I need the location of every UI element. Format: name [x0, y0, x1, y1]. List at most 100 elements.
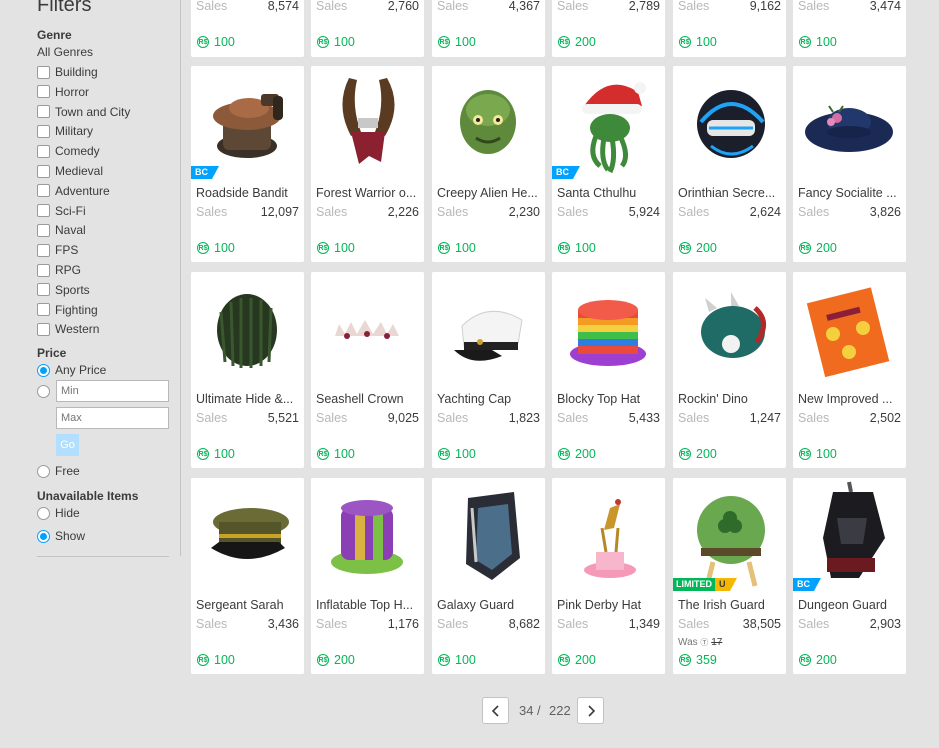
checkbox-icon[interactable] [37, 164, 50, 178]
item-thumbnail[interactable] [191, 272, 304, 385]
catalog-item-card[interactable]: Inflatable Top H... Sales 1,176 R$ 200 [311, 478, 424, 674]
item-thumbnail[interactable] [311, 478, 424, 591]
checkbox-icon[interactable] [37, 263, 50, 277]
genre-checkbox-row[interactable]: FPS [37, 241, 78, 259]
price-range-radio[interactable] [37, 382, 55, 400]
genre-checkbox-row[interactable]: Medieval [37, 162, 103, 180]
item-thumbnail[interactable] [432, 272, 545, 385]
genre-checkbox-row[interactable]: RPG [37, 261, 81, 279]
catalog-item-card[interactable]: BC Roadside Bandit Sales 12,097 R$ 100 [191, 66, 304, 262]
radio-icon[interactable] [37, 384, 50, 398]
price-go-button[interactable]: Go [56, 434, 79, 456]
price-max-input[interactable] [56, 407, 169, 429]
checkbox-icon[interactable] [37, 144, 50, 158]
genre-all-link[interactable]: All Genres [37, 45, 93, 59]
item-thumbnail[interactable] [552, 272, 665, 385]
item-thumbnail[interactable] [432, 478, 545, 591]
item-thumbnail[interactable]: BC [191, 66, 304, 179]
checkbox-icon[interactable] [37, 184, 50, 198]
item-thumbnail[interactable] [311, 272, 424, 385]
catalog-item-card[interactable]: Sales 4,367 R$ 100 [432, 0, 545, 57]
price-any-radio[interactable]: Any Price [37, 361, 106, 379]
genre-checkbox-row[interactable]: Comedy [37, 142, 100, 160]
checkbox-icon[interactable] [37, 105, 50, 119]
catalog-item-card[interactable]: Sales 9,162 R$ 100 [673, 0, 786, 57]
catalog-item-card[interactable]: New Improved ... Sales 2,502 R$ 100 [793, 272, 906, 468]
checkbox-icon[interactable] [37, 124, 50, 138]
genre-checkbox-row[interactable]: Adventure [37, 182, 110, 200]
checkbox-icon[interactable] [37, 243, 50, 257]
catalog-item-card[interactable]: BC Dungeon Guard Sales 2,903 R$ 200 [793, 478, 906, 674]
genre-checkbox-row[interactable]: Naval [37, 221, 86, 239]
item-thumbnail[interactable] [432, 66, 545, 179]
price-free-radio[interactable]: Free [37, 462, 80, 480]
item-name[interactable]: Ultimate Hide &... [196, 392, 300, 406]
catalog-item-card[interactable]: BC Santa Cthulhu Sales 5,924 R$ 100 [552, 66, 665, 262]
checkbox-icon[interactable] [37, 65, 50, 79]
genre-checkbox-row[interactable]: Building [37, 63, 98, 81]
radio-icon[interactable] [37, 529, 50, 543]
catalog-item-card[interactable]: Sergeant Sarah Sales 3,436 R$ 100 [191, 478, 304, 674]
item-name[interactable]: Forest Warrior o... [316, 186, 420, 200]
radio-icon[interactable] [37, 363, 50, 377]
catalog-item-card[interactable]: Fancy Socialite ... Sales 3,826 R$ 200 [793, 66, 906, 262]
item-thumbnail[interactable] [552, 478, 665, 591]
genre-checkbox-row[interactable]: Sci-Fi [37, 202, 86, 220]
catalog-item-card[interactable]: Forest Warrior o... Sales 2,226 R$ 100 [311, 66, 424, 262]
catalog-item-card[interactable]: LIMITED U The Irish Guard Sales 38,505 Was Ⓣ … [673, 478, 786, 674]
item-thumbnail[interactable]: BC [793, 478, 906, 591]
item-thumbnail[interactable] [191, 478, 304, 591]
genre-checkbox-row[interactable]: Western [37, 320, 99, 338]
item-name[interactable]: The Irish Guard [678, 598, 782, 612]
genre-checkbox-row[interactable]: Military [37, 122, 93, 140]
genre-checkbox-row[interactable]: Town and City [37, 103, 130, 121]
checkbox-icon[interactable] [37, 85, 50, 99]
item-name[interactable]: Santa Cthulhu [557, 186, 661, 200]
item-name[interactable]: Yachting Cap [437, 392, 541, 406]
genre-checkbox-row[interactable]: Sports [37, 281, 90, 299]
catalog-item-card[interactable]: Galaxy Guard Sales 8,682 R$ 100 [432, 478, 545, 674]
pager-prev-button[interactable] [482, 697, 509, 724]
item-name[interactable]: Dungeon Guard [798, 598, 902, 612]
genre-checkbox-row[interactable]: Fighting [37, 301, 98, 319]
catalog-item-card[interactable]: Blocky Top Hat Sales 5,433 R$ 200 [552, 272, 665, 468]
checkbox-icon[interactable] [37, 303, 50, 317]
radio-icon[interactable] [37, 464, 50, 478]
catalog-item-card[interactable]: Sales 2,789 R$ 200 [552, 0, 665, 57]
catalog-item-card[interactable]: Orinthian Secre... Sales 2,624 R$ 200 [673, 66, 786, 262]
item-name[interactable]: Pink Derby Hat [557, 598, 661, 612]
item-thumbnail[interactable]: LIMITED U [673, 478, 786, 591]
checkbox-icon[interactable] [37, 283, 50, 297]
item-thumbnail[interactable]: BC [552, 66, 665, 179]
unavailable-show-radio[interactable]: Show [37, 527, 85, 545]
item-thumbnail[interactable] [793, 66, 906, 179]
price-min-input[interactable] [56, 380, 169, 402]
item-name[interactable]: Rockin' Dino [678, 392, 782, 406]
catalog-item-card[interactable]: Yachting Cap Sales 1,823 R$ 100 [432, 272, 545, 468]
checkbox-icon[interactable] [37, 322, 50, 336]
item-thumbnail[interactable] [673, 66, 786, 179]
catalog-item-card[interactable]: Ultimate Hide &... Sales 5,521 R$ 100 [191, 272, 304, 468]
catalog-item-card[interactable]: Seashell Crown Sales 9,025 R$ 100 [311, 272, 424, 468]
item-name[interactable]: Roadside Bandit [196, 186, 300, 200]
item-name[interactable]: Galaxy Guard [437, 598, 541, 612]
unavailable-hide-radio[interactable]: Hide [37, 504, 80, 522]
checkbox-icon[interactable] [37, 223, 50, 237]
item-thumbnail[interactable] [673, 272, 786, 385]
catalog-item-card[interactable]: Sales 3,474 R$ 100 [793, 0, 906, 57]
radio-icon[interactable] [37, 506, 50, 520]
item-thumbnail[interactable] [311, 66, 424, 179]
pager-next-button[interactable] [577, 697, 604, 724]
item-name[interactable]: Seashell Crown [316, 392, 420, 406]
item-name[interactable]: Inflatable Top H... [316, 598, 420, 612]
item-name[interactable]: Blocky Top Hat [557, 392, 661, 406]
checkbox-icon[interactable] [37, 204, 50, 218]
catalog-item-card[interactable]: Rockin' Dino Sales 1,247 R$ 200 [673, 272, 786, 468]
item-thumbnail[interactable] [793, 272, 906, 385]
item-name[interactable]: Creepy Alien He... [437, 186, 541, 200]
item-name[interactable]: Sergeant Sarah [196, 598, 300, 612]
catalog-item-card[interactable]: Sales 2,760 R$ 100 [311, 0, 424, 57]
item-name[interactable]: Fancy Socialite ... [798, 186, 902, 200]
item-name[interactable]: Orinthian Secre... [678, 186, 782, 200]
catalog-item-card[interactable]: Creepy Alien He... Sales 2,230 R$ 100 [432, 66, 545, 262]
